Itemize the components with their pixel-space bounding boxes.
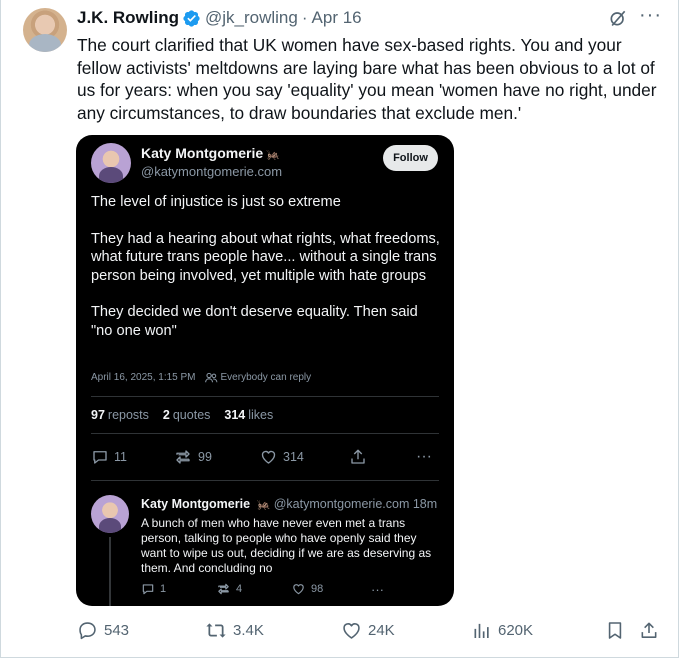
quotes-count: 2 [162,408,170,422]
header-separator: · [301,8,308,27]
tweet-text: The court clarified that UK women have s… [77,35,657,123]
quoted-more-icon: ··· [416,448,432,465]
divider [91,433,439,434]
tweet-date[interactable]: Apr 16 [312,8,362,28]
quoted-reply-action: 11 [91,448,127,466]
reply-repost-action: 4 [216,582,242,596]
quoted-author-handle: @katymontgomerie.com [141,164,283,179]
divider [91,396,439,397]
view-count: 620K [498,622,534,639]
tweet-header: J.K. Rowling @jk_rowling · Apr 16 [77,8,362,28]
quoted-post-body: The level of injustice is just so extrem… [91,193,441,359]
reply-icon [93,451,107,464]
reply-repost-count: 4 [236,583,243,595]
like-button[interactable]: 24K [341,620,395,641]
quoted-timestamp: April 16, 2025, 1:15 PM [91,372,196,383]
reply-reply-count: 1 [160,583,167,595]
quoted-stats: 97 reposts 2 quotes 314 likes [91,408,273,422]
reply-like-count: 98 [311,583,324,595]
reposts-label: reposts [107,408,149,422]
likes-label: likes [248,408,274,422]
verified-badge-icon [183,9,200,27]
reply-button[interactable]: 543 [77,620,129,641]
reply-count: 543 [104,622,130,639]
reply-like-action: 98 [291,582,323,596]
quoted-repost-action: 99 [173,448,212,466]
quoted-paragraph: They decided we don't deserve equality. … [91,304,418,339]
reposts-count: 97 [91,408,105,422]
reply-setting: Everybody can reply [220,372,312,383]
heart-icon [293,584,304,595]
quoted-action-bar: 11 99 314 ··· [91,448,439,468]
repost-button[interactable]: 3.4K [205,620,264,641]
repost-icon [176,450,190,464]
share-icon [641,622,657,638]
repost-count: 3.4K [233,622,264,639]
repost-icon [206,623,226,638]
quoted-author-emoji: 🦗 [266,149,280,161]
reply-author-emoji: 🦗 [256,499,271,511]
quoted-author-avatar [91,143,131,183]
reply-icon [142,584,154,595]
reply-author-name: Katy Montgomerie [141,497,251,511]
quoted-author-name-text: Katy Montgomerie [141,145,264,161]
reply-header: Katy Montgomerie 🦗 @katymontgomerie.com … [141,497,437,511]
quoted-share-action [349,448,372,466]
reply-author-avatar [91,495,129,533]
reply-action-bar: 1 4 98 ··· [141,582,391,598]
bookmark-button[interactable] [605,620,631,641]
more-icon[interactable]: ··· [639,5,661,28]
quoted-paragraph: They had a hearing about what rights, wh… [91,230,440,284]
tweet-action-bar: 543 3.4K 24K 620K [77,620,662,644]
tweet-container: J.K. Rowling @jk_rowling · Apr 16 ··· Th… [0,0,679,658]
author-avatar[interactable] [23,8,67,52]
quotes-stat: 2 quotes [163,408,210,422]
heart-icon [343,623,360,639]
quoted-like-action: 314 [259,448,304,466]
reply-reply-action: 1 [141,582,166,596]
reply-more-icon: ··· [371,582,384,597]
thread-line [109,537,111,606]
repost-icon [218,583,229,595]
reply-text: A bunch of men who have never even met a… [141,516,432,575]
reply-age: 18m [412,497,438,511]
views-button[interactable]: 620K [472,620,533,641]
views-bar-chart-icon [474,623,489,638]
people-icon [204,372,217,383]
heart-icon [261,450,276,464]
quoted-author-name: Katy Montgomerie 🦗 [141,145,280,161]
author-name[interactable]: J.K. Rowling [77,8,179,28]
share-icon [351,449,365,464]
quoted-repost-count: 99 [198,450,212,464]
reply-icon [79,622,96,640]
bookmark-icon [608,622,622,639]
grok-icon[interactable] [608,8,628,28]
quotes-label: quotes [172,408,211,422]
quoted-post-image[interactable]: Katy Montgomerie 🦗 @katymontgomerie.com F… [76,135,454,606]
quoted-post-meta: April 16, 2025, 1:15 PM Everybody can re… [91,372,311,383]
author-handle[interactable]: @jk_rowling [205,8,298,28]
share-button[interactable] [639,620,665,641]
quoted-reply-count: 11 [114,450,127,464]
divider [91,480,439,481]
quoted-paragraph: The level of injustice is just so extrem… [91,194,341,210]
follow-button: Follow [383,145,438,171]
quoted-like-count: 314 [283,450,304,464]
like-count: 24K [368,622,395,639]
reply-author-handle: @katymontgomerie.com [273,497,410,511]
reposts-stat: 97 reposts [91,408,149,422]
likes-count: 314 [224,408,246,422]
likes-stat: 314 likes [224,408,273,422]
